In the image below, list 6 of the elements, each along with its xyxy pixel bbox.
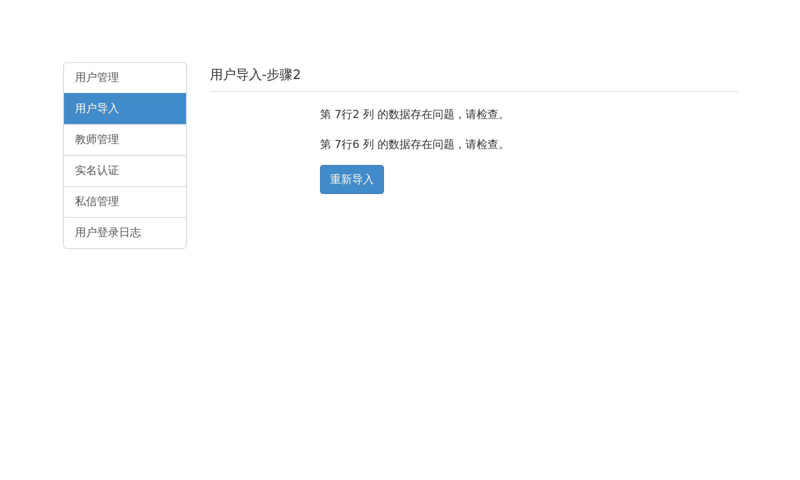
sidebar-item[interactable]: 用户登录日志 (64, 217, 186, 248)
sidebar-item[interactable]: 用户导入 (64, 93, 186, 124)
page-heading: 用户导入-步骤2 (210, 62, 738, 92)
reimport-button[interactable]: 重新导入 (320, 165, 384, 194)
error-message: 第 7行2 列 的数据存在问题，请检查。 (320, 107, 510, 122)
error-message: 第 7行6 列 的数据存在问题，请检查。 (320, 137, 510, 152)
